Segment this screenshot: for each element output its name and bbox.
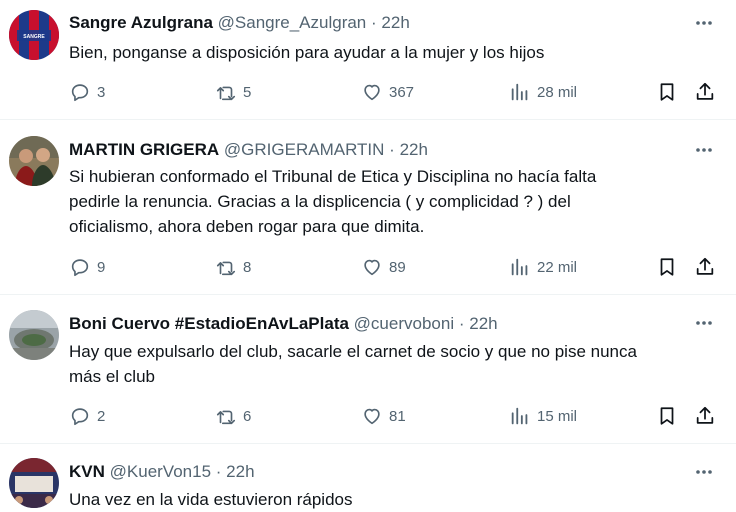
retweet-icon — [216, 261, 236, 276]
timestamp[interactable]: 22h — [469, 314, 497, 333]
views-button[interactable]: 28 mil — [509, 80, 577, 104]
display-name[interactable]: Boni Cuervo #EstadioEnAvLaPlata — [69, 314, 349, 333]
avatar[interactable] — [9, 136, 59, 186]
retweet-icon — [216, 86, 236, 101]
share-icon — [696, 82, 714, 100]
tweet-text: Si hubieran conformado el Tribunal de Et… — [69, 164, 716, 239]
bookmark-icon — [660, 258, 674, 276]
share-button[interactable] — [693, 404, 717, 428]
tweet-text-line: oficialismo, ahora deben rogar para que … — [69, 217, 425, 236]
more-horizontal-icon — [696, 470, 712, 474]
views-bar-chart-icon — [511, 83, 528, 101]
share-icon — [696, 257, 714, 275]
display-name[interactable]: MARTIN GRIGERA — [69, 140, 219, 159]
tweet[interactable]: Boni Cuervo #EstadioEnAvLaPlata @cuervob… — [0, 295, 736, 444]
bookmark-button[interactable] — [655, 80, 679, 104]
bookmark-button[interactable] — [655, 404, 679, 428]
more-options-button[interactable] — [694, 13, 714, 33]
bookmark-icon — [660, 83, 674, 101]
bookmark-button[interactable] — [655, 255, 679, 279]
retweet-count: 6 — [243, 407, 252, 425]
more-options-button[interactable] — [694, 313, 714, 333]
avatar[interactable]: SANGRE — [9, 10, 59, 60]
more-options-button[interactable] — [694, 140, 714, 160]
views-count: 22 mil — [537, 258, 578, 276]
tweet-text: Bien, ponganse a disposición para ayudar… — [69, 40, 716, 65]
reply-icon — [71, 408, 89, 426]
tweet-text-line: más el club — [69, 367, 155, 386]
views-count: 28 mil — [537, 83, 578, 101]
like-button[interactable]: 81 — [361, 404, 406, 428]
share-button[interactable] — [693, 255, 717, 279]
views-count: 15 mil — [537, 407, 578, 425]
views-bar-chart-icon — [511, 407, 528, 425]
display-name[interactable]: KVN — [69, 462, 105, 481]
timestamp[interactable]: 22h — [400, 140, 428, 159]
retweet-button[interactable]: 6 — [215, 404, 251, 428]
share-icon — [696, 406, 714, 424]
tweet[interactable]: KVN @KuerVon15 · 22h Una vez en la vida … — [0, 444, 736, 511]
retweet-button[interactable]: 8 — [215, 255, 251, 279]
like-count: 81 — [389, 407, 406, 425]
more-horizontal-icon — [696, 21, 712, 25]
like-count: 367 — [389, 83, 415, 101]
reply-icon — [71, 259, 89, 277]
share-button[interactable] — [693, 80, 717, 104]
retweet-count: 8 — [243, 258, 252, 276]
separator-dot: · — [215, 462, 222, 481]
tweet-actions: 9 8 89 22 mil — [69, 255, 724, 279]
more-horizontal-icon — [696, 321, 712, 325]
avatar[interactable] — [9, 458, 59, 508]
retweet-icon — [216, 410, 236, 425]
tweet-text-line: Si hubieran conformado el Tribunal de Et… — [69, 167, 597, 186]
avatar-lettering: SANGRE — [23, 34, 45, 40]
like-count: 89 — [389, 258, 406, 276]
reply-count: 9 — [97, 258, 106, 276]
timestamp[interactable]: 22h — [226, 462, 254, 481]
separator-dot: · — [458, 314, 465, 333]
reply-button[interactable]: 2 — [69, 404, 105, 428]
reply-button[interactable]: 3 — [69, 80, 105, 104]
user-handle[interactable]: @Sangre_Azulgran — [218, 13, 367, 32]
views-bar-chart-icon — [511, 258, 528, 276]
like-button[interactable]: 89 — [361, 255, 406, 279]
avatar[interactable] — [9, 310, 59, 360]
heart-icon — [364, 408, 380, 425]
separator-dot: · — [371, 13, 377, 32]
retweet-count: 5 — [243, 83, 252, 101]
like-button[interactable]: 367 — [361, 80, 414, 104]
separator-dot: · — [389, 140, 395, 159]
tweet-text-line: pedirle la renuncia. Gracias a la displi… — [69, 192, 571, 211]
heart-icon — [364, 84, 380, 101]
user-handle[interactable]: @KuerVon15 — [110, 462, 211, 481]
tweet[interactable]: SANGRE Sangre Azulgrana @Sangre_Azulgran… — [0, 0, 736, 120]
timestamp[interactable]: 22h — [381, 13, 409, 32]
heart-icon — [364, 259, 380, 276]
tweet-text-line: Una vez en la vida estuvieron rápidos — [69, 490, 353, 509]
tweet[interactable]: MARTIN GRIGERA @GRIGERAMARTIN · 22h Si h… — [0, 120, 736, 295]
views-button[interactable]: 15 mil — [509, 404, 577, 428]
reply-icon — [71, 84, 89, 102]
reply-count: 2 — [97, 407, 106, 425]
bookmark-icon — [660, 407, 674, 425]
tweet-actions: 3 5 367 28 mil — [69, 80, 724, 104]
reply-button[interactable]: 9 — [69, 255, 105, 279]
tweet-text-line: Hay que expulsarlo del club, sacarle el … — [69, 342, 637, 361]
reply-count: 3 — [97, 83, 106, 101]
tweet-actions: 2 6 81 15 mil — [69, 404, 724, 428]
more-options-button[interactable] — [694, 462, 714, 482]
retweet-button[interactable]: 5 — [215, 80, 251, 104]
user-handle[interactable]: @GRIGERAMARTIN — [224, 140, 385, 159]
tweet-text-line: Bien, ponganse a disposición para ayudar… — [69, 43, 545, 62]
tweet-feed: SANGRE Sangre Azulgrana @Sangre_Azulgran… — [0, 0, 736, 511]
display-name[interactable]: Sangre Azulgrana — [69, 13, 213, 32]
views-button[interactable]: 22 mil — [509, 255, 577, 279]
more-horizontal-icon — [696, 148, 712, 152]
tweet-text: Una vez en la vida estuvieron rápidos — [69, 487, 716, 512]
user-handle[interactable]: @cuervoboni — [354, 314, 454, 333]
tweet-text: Hay que expulsarlo del club, sacarle el … — [69, 339, 716, 389]
